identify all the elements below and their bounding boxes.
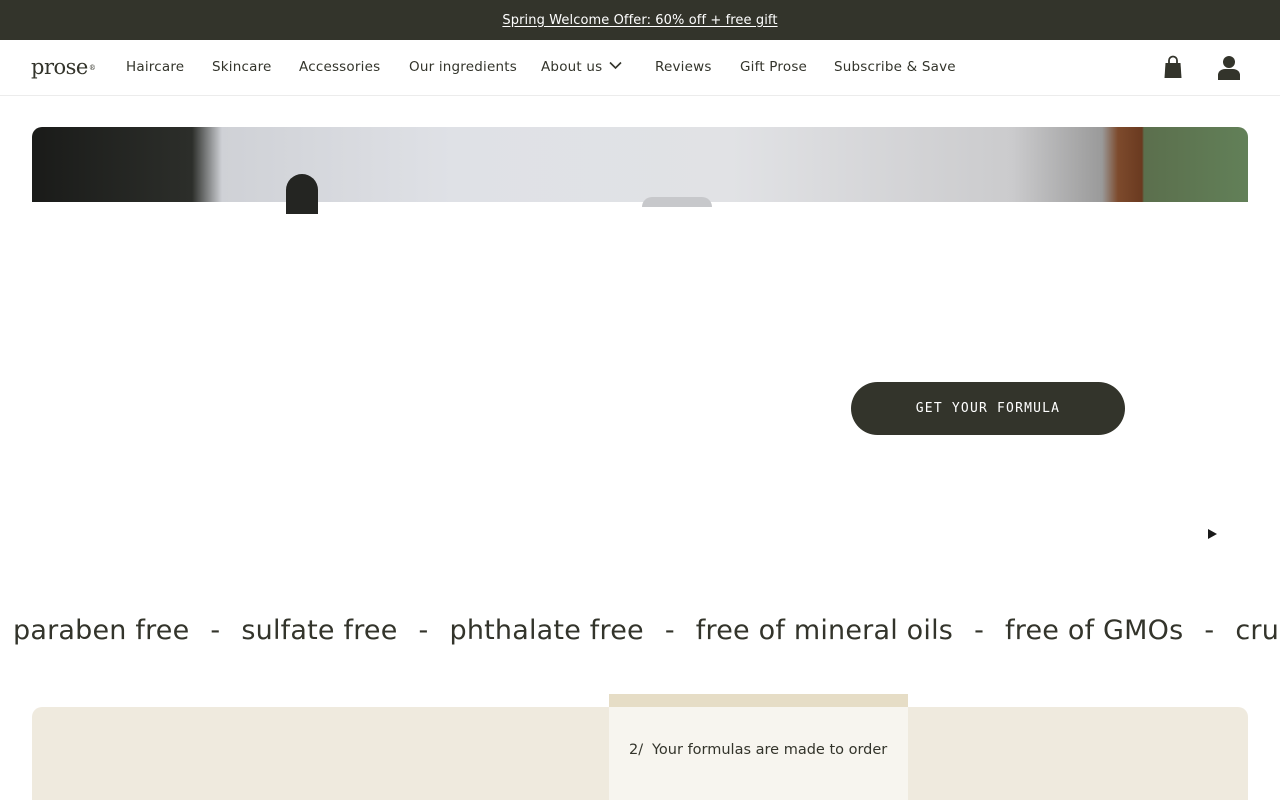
claim-separator: - xyxy=(664,615,675,646)
hero-image-detail xyxy=(642,197,712,207)
nav-gift-prose[interactable]: Gift Prose xyxy=(740,59,807,75)
promo-banner: Spring Welcome Offer: 60% off + free gif… xyxy=(0,0,1280,40)
nav-haircare[interactable]: Haircare xyxy=(126,59,184,75)
nav-about-us[interactable]: About us xyxy=(541,59,602,75)
step-number: 2/ xyxy=(629,742,644,758)
claim-cruelty-free: cruelty-free xyxy=(1235,615,1280,646)
logo-text: prose xyxy=(31,55,88,79)
nav-reviews[interactable]: Reviews xyxy=(655,59,712,75)
step-card-accent xyxy=(609,694,908,707)
get-your-formula-button[interactable]: GET YOUR FORMULA xyxy=(851,382,1125,435)
nav-skincare[interactable]: Skincare xyxy=(212,59,272,75)
account-icon[interactable] xyxy=(1217,55,1241,80)
claim-phthalate-free: phthalate free xyxy=(449,615,644,646)
claim-free-of-gmos: free of GMOs xyxy=(1005,615,1184,646)
hero-image-bottle xyxy=(286,174,318,214)
logo-registered-mark: ® xyxy=(88,64,96,72)
marquee-track: paraben free - sulfate free - phthalate free… xyxy=(13,612,1280,650)
hero-section: GET YOUR FORMULA xyxy=(32,127,1248,581)
promo-link[interactable]: Spring Welcome Offer: 60% off + free gif… xyxy=(502,13,777,28)
nav-our-ingredients[interactable]: Our ingredients xyxy=(409,59,517,75)
play-icon[interactable] xyxy=(1208,529,1217,539)
nav-subscribe-save[interactable]: Subscribe & Save xyxy=(834,59,956,75)
claim-paraben-free: paraben free xyxy=(13,615,190,646)
claim-separator: - xyxy=(1204,615,1215,646)
step-title: Your formulas are made to order xyxy=(652,742,888,758)
hero-image xyxy=(32,127,1248,202)
chevron-down-icon[interactable] xyxy=(609,61,622,70)
claim-free-of-mineral-oils: free of mineral oils xyxy=(695,615,954,646)
site-header: prose® Haircare Skincare Accessories Our… xyxy=(0,40,1280,96)
claim-sulfate-free: sulfate free xyxy=(241,615,398,646)
claim-separator: - xyxy=(974,615,985,646)
nav-accessories[interactable]: Accessories xyxy=(299,59,380,75)
logo[interactable]: prose® xyxy=(31,55,96,79)
claim-separator: - xyxy=(418,615,429,646)
claim-separator: - xyxy=(210,615,221,646)
shopping-bag-icon[interactable] xyxy=(1163,55,1183,79)
ingredient-claims-marquee: paraben free - sulfate free - phthalate free… xyxy=(0,612,1280,652)
step-card[interactable]: 2/ Your formulas are made to order xyxy=(609,694,908,800)
